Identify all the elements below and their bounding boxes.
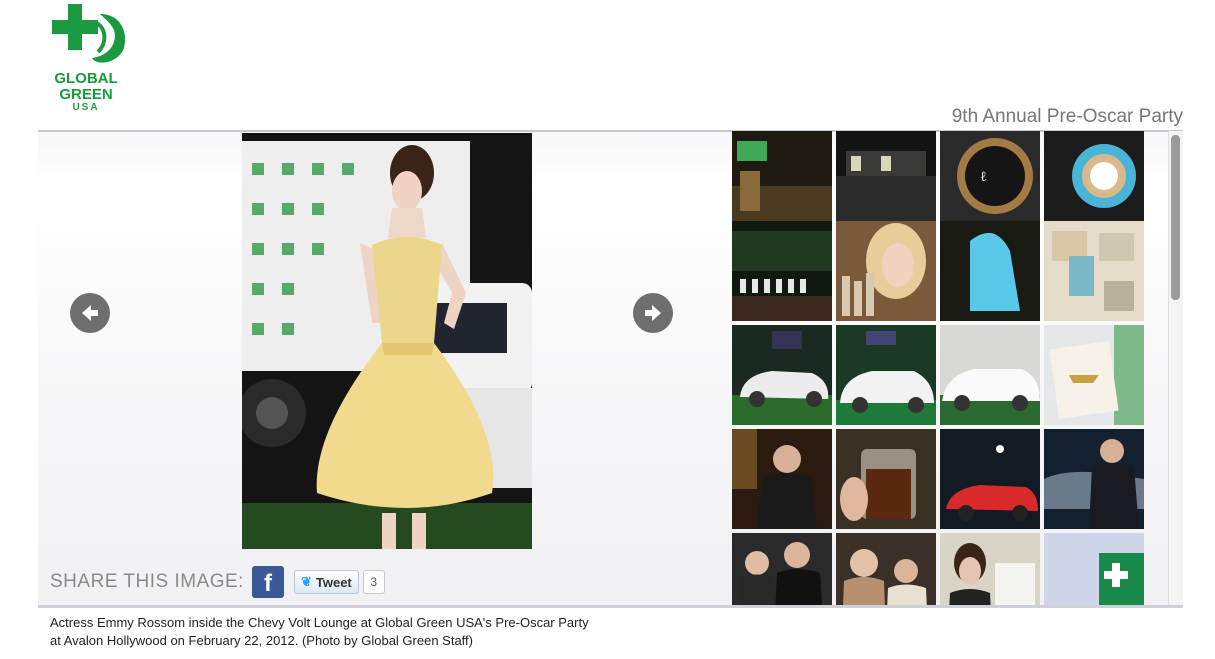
thumbnail[interactable] (836, 429, 936, 529)
facebook-icon: f (263, 570, 272, 597)
thumbnail[interactable] (732, 325, 832, 425)
next-image-button[interactable] (633, 293, 673, 333)
thumbnail-grid: ℓ (732, 131, 1147, 605)
image-caption: Actress Emmy Rossom inside the Chevy Vol… (50, 614, 730, 650)
thumbnail[interactable] (1044, 131, 1144, 231)
tweet-button[interactable]: ❦ Tweet (293, 570, 359, 594)
thumbnail[interactable] (940, 533, 1040, 605)
previous-image-button[interactable] (70, 293, 110, 333)
thumbnail[interactable] (1044, 325, 1144, 425)
svg-text:ℓ: ℓ (980, 169, 987, 185)
thumbnail[interactable] (1044, 533, 1144, 605)
thumbnail[interactable] (732, 131, 832, 231)
caption-line-1: Actress Emmy Rossom inside the Chevy Vol… (50, 615, 589, 630)
thumbnail[interactable] (940, 429, 1040, 529)
tweet-count: 3 (362, 570, 385, 594)
thumbnail[interactable] (836, 131, 936, 231)
caption-line-2: at Avalon Hollywood on February 22, 2012… (50, 633, 473, 648)
facebook-share-button[interactable]: f (251, 566, 284, 598)
thumbnail[interactable] (732, 221, 832, 321)
divider-bottom (38, 605, 1183, 608)
logo-text-usa: USA (72, 102, 100, 113)
thumbnail[interactable] (940, 325, 1040, 425)
twitter-bird-icon: ❦ (300, 574, 312, 589)
share-bar: SHARE THIS IMAGE: f ❦ Tweet 3 (50, 566, 385, 598)
global-green-logo[interactable]: GLOBAL GREEN USA (46, 0, 136, 118)
thumbnail[interactable] (1044, 221, 1144, 321)
logo-text-global: GLOBAL (54, 70, 118, 87)
thumbnail-scrollbar-thumb[interactable] (1171, 135, 1180, 300)
thumbnail[interactable] (732, 533, 832, 605)
logo-text-green: GREEN (59, 86, 113, 103)
gallery-title: 9th Annual Pre-Oscar Party (951, 106, 1183, 127)
arrow-right-icon (645, 305, 661, 321)
main-gallery-image (242, 133, 532, 549)
thumbnail[interactable] (1044, 429, 1144, 529)
arrow-left-icon (82, 305, 98, 321)
thumbnail[interactable] (732, 429, 832, 529)
thumbnail[interactable] (940, 221, 1040, 321)
thumbnail[interactable] (836, 325, 936, 425)
logo-emblem-icon (52, 4, 126, 63)
thumbnail[interactable] (836, 533, 936, 605)
tweet-label: Tweet (315, 574, 352, 590)
thumbnail[interactable] (836, 221, 936, 321)
share-label: SHARE THIS IMAGE: (50, 571, 244, 592)
thumbnail[interactable]: ℓ (940, 131, 1040, 231)
